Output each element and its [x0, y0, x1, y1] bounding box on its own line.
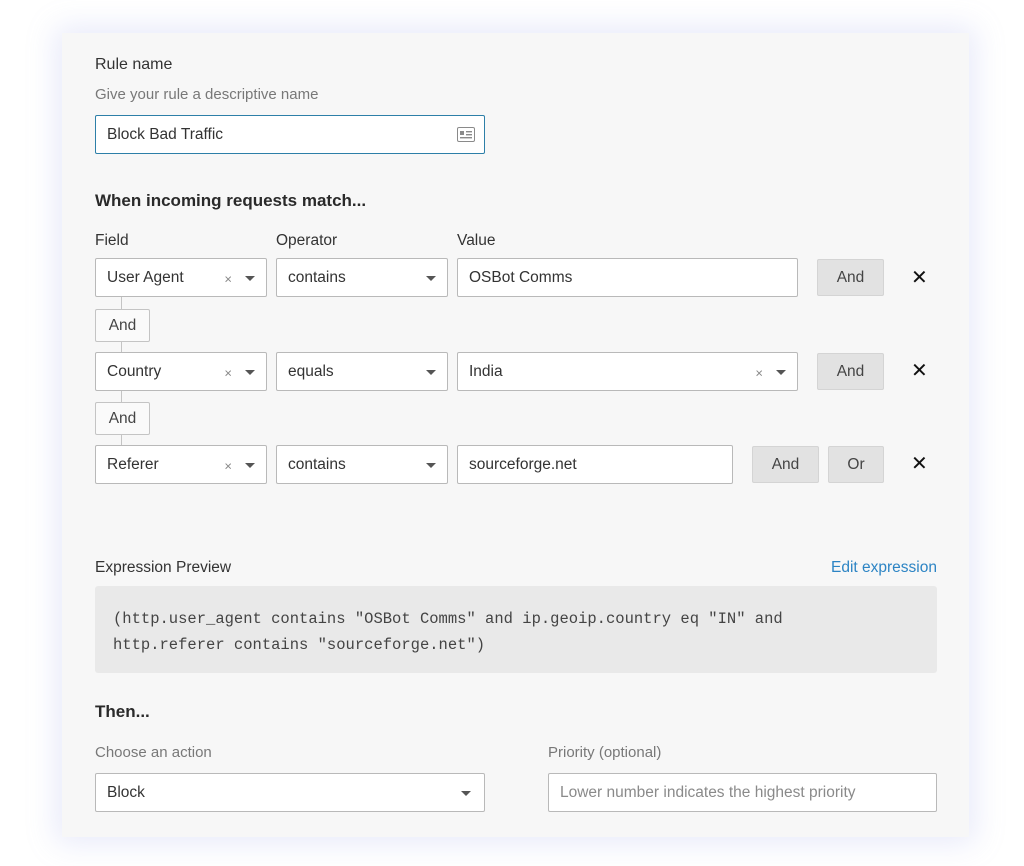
condition-1-field-value: User Agent: [107, 268, 184, 286]
condition-2-field-select[interactable]: Country ×: [95, 352, 267, 391]
chevron-down-icon: [776, 369, 786, 375]
rule-name-label: Rule name: [95, 56, 173, 73]
chevron-down-icon: [245, 462, 255, 468]
rule-name-input[interactable]: Block Bad Traffic: [95, 115, 485, 154]
condition-2-operator-select[interactable]: equals: [276, 352, 448, 391]
condition-3-remove-icon[interactable]: ✕: [911, 454, 928, 474]
clear-icon[interactable]: ×: [755, 365, 763, 380]
chevron-down-icon: [245, 369, 255, 375]
rule-name-value: Block Bad Traffic: [107, 125, 224, 143]
clear-icon[interactable]: ×: [224, 271, 232, 286]
action-select[interactable]: Block: [95, 773, 485, 812]
clear-icon[interactable]: ×: [224, 365, 232, 380]
condition-3-and-button[interactable]: And: [752, 446, 819, 483]
condition-1-operator-select[interactable]: contains: [276, 258, 448, 297]
condition-1-field-select[interactable]: User Agent ×: [95, 258, 267, 297]
priority-input[interactable]: Lower number indicates the highest prior…: [548, 773, 937, 812]
condition-1-value-text: OSBot Comms: [469, 268, 573, 286]
field-column-header: Field: [95, 232, 129, 249]
then-heading: Then...: [95, 702, 150, 721]
clear-icon[interactable]: ×: [224, 458, 232, 473]
chevron-down-icon: [426, 369, 436, 375]
chevron-down-icon: [461, 790, 471, 796]
condition-1-operator-value: contains: [288, 268, 346, 286]
match-heading: When incoming requests match...: [95, 191, 367, 210]
condition-3-or-button[interactable]: Or: [828, 446, 884, 483]
contact-card-icon: [457, 127, 475, 147]
expression-preview-label: Expression Preview: [95, 559, 232, 576]
edit-expression-link[interactable]: Edit expression: [831, 559, 937, 577]
chevron-down-icon: [426, 275, 436, 281]
condition-3-field-value: Referer: [107, 455, 159, 473]
condition-2-value-select[interactable]: India ×: [457, 352, 798, 391]
condition-1-remove-icon[interactable]: ✕: [911, 268, 928, 288]
condition-3-value-text: sourceforge.net: [469, 455, 577, 473]
condition-3-value-input[interactable]: sourceforge.net: [457, 445, 733, 484]
action-label: Choose an action: [95, 744, 212, 761]
expression-preview-text: (http.user_agent contains "OSBot Comms" …: [95, 586, 937, 673]
priority-label: Priority (optional): [548, 744, 662, 761]
condition-3-operator-value: contains: [288, 455, 346, 473]
priority-placeholder: Lower number indicates the highest prior…: [560, 783, 856, 801]
operator-column-header: Operator: [276, 232, 338, 249]
condition-3-field-select[interactable]: Referer ×: [95, 445, 267, 484]
condition-2-remove-icon[interactable]: ✕: [911, 361, 928, 381]
chevron-down-icon: [426, 462, 436, 468]
chevron-down-icon: [245, 275, 255, 281]
value-column-header: Value: [457, 232, 496, 249]
connector-and-2: And: [95, 402, 150, 435]
condition-1-and-button[interactable]: And: [817, 259, 884, 296]
condition-2-value-text: India: [469, 362, 503, 380]
connector-and-1: And: [95, 309, 150, 342]
condition-2-and-button[interactable]: And: [817, 353, 884, 390]
condition-3-operator-select[interactable]: contains: [276, 445, 448, 484]
action-select-value: Block: [107, 783, 145, 801]
condition-1-value-input[interactable]: OSBot Comms: [457, 258, 798, 297]
rule-name-hint: Give your rule a descriptive name: [95, 86, 319, 103]
condition-2-operator-value: equals: [288, 362, 334, 380]
condition-2-field-value: Country: [107, 362, 162, 380]
